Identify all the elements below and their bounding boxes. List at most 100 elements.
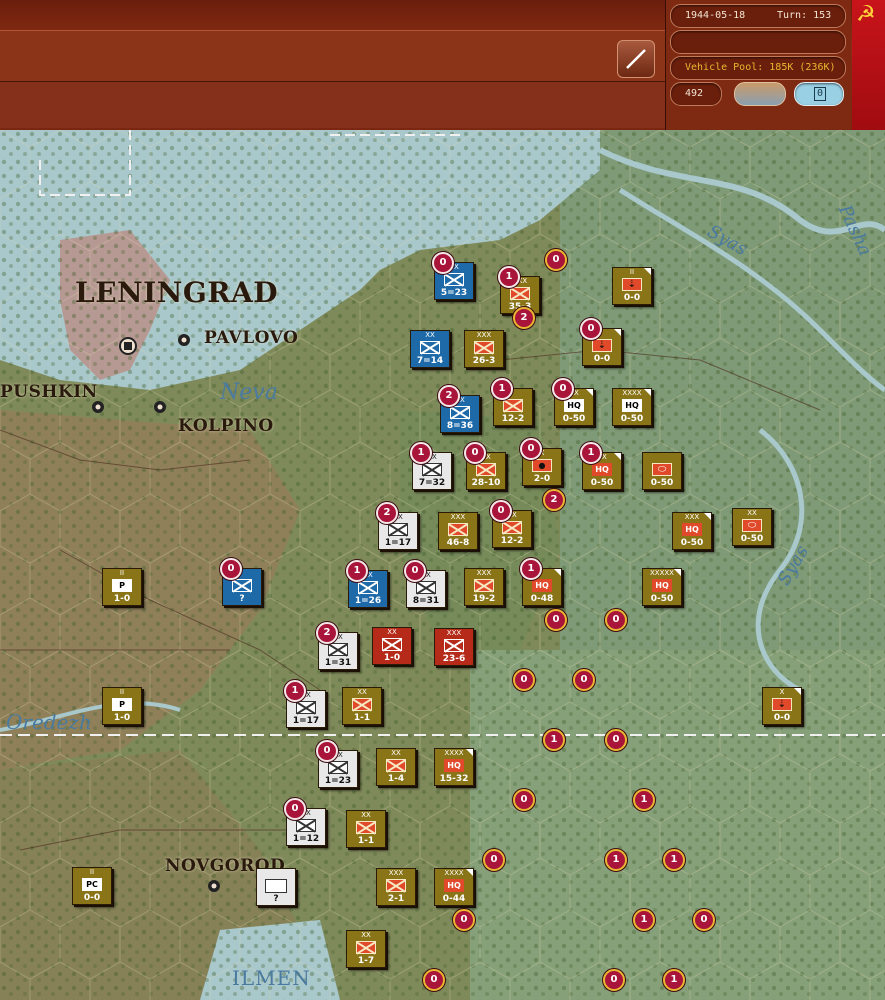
infantry-icon bbox=[474, 579, 494, 592]
unit-size: XX bbox=[747, 509, 757, 517]
unit-strength: 7=32 bbox=[418, 478, 446, 488]
hq-icon: HQ bbox=[622, 399, 642, 412]
unit-counter-u40[interactable]: II PC 0-0 bbox=[72, 867, 112, 905]
unit-strength: 0-50 bbox=[620, 414, 644, 424]
city-pushkin: PUSHKIN bbox=[0, 382, 98, 402]
unit-counter-u21[interactable]: II P 1-0 bbox=[102, 568, 142, 606]
unit-strength: 15-32 bbox=[439, 774, 469, 784]
unit-counter-u41[interactable]: ? bbox=[256, 868, 296, 906]
unit-counter-u30[interactable]: XXX 23-6 bbox=[434, 628, 474, 666]
hex-marker[interactable]: 2 bbox=[513, 307, 535, 329]
unit-strength: 1=17 bbox=[292, 716, 320, 726]
unit-counter-u36[interactable]: XX 1-4 bbox=[376, 748, 416, 786]
unit-strength: 19-2 bbox=[472, 594, 496, 604]
unit-strength: 23-6 bbox=[442, 654, 466, 664]
infantry-icon bbox=[328, 643, 348, 656]
hex-marker[interactable]: 0 bbox=[453, 909, 475, 931]
points-text: 492 bbox=[685, 88, 704, 99]
unit-moves-badge: 1 bbox=[498, 266, 520, 288]
unit-counter-u25[interactable]: XXX 19-2 bbox=[464, 568, 504, 606]
unit-strength: 2-1 bbox=[387, 894, 405, 904]
unit-strength: 0-0 bbox=[83, 893, 101, 903]
unit-counter-u19[interactable]: XXX HQ 0-50 bbox=[672, 508, 717, 550]
city-pavlovo: PAVLOVO bbox=[204, 328, 299, 348]
unit-strength: 0-50 bbox=[562, 414, 586, 424]
infantry-icon bbox=[510, 287, 530, 300]
unit-strength: 1=26 bbox=[354, 596, 382, 606]
partisan-icon: P bbox=[112, 698, 132, 711]
terrain-view-button[interactable] bbox=[734, 82, 786, 106]
infantry-icon bbox=[386, 879, 406, 892]
unit-moves-badge: 0 bbox=[552, 378, 574, 400]
hex-marker[interactable]: 0 bbox=[573, 669, 595, 691]
hex-marker[interactable]: 1 bbox=[633, 909, 655, 931]
message-strip bbox=[0, 30, 665, 82]
unit-strength: 1-0 bbox=[383, 653, 401, 663]
infantry-icon bbox=[352, 698, 372, 711]
unit-strength: 1=12 bbox=[292, 834, 320, 844]
unit-moves-badge: 0 bbox=[490, 500, 512, 522]
hex-marker[interactable]: 0 bbox=[605, 609, 627, 631]
hex-marker[interactable]: 1 bbox=[605, 849, 627, 871]
unit-counter-u34[interactable]: X ⇣ 0-0 bbox=[762, 687, 802, 725]
hex-marker[interactable]: 0 bbox=[423, 969, 445, 991]
unit-size: XXX bbox=[476, 569, 492, 577]
hex-marker[interactable]: 2 bbox=[543, 489, 565, 511]
hex-marker[interactable]: 1 bbox=[633, 789, 655, 811]
hammer-sickle-icon: ☭ bbox=[856, 2, 876, 27]
pencil-icon bbox=[626, 49, 646, 69]
unit-counter-u44[interactable]: XX 1-7 bbox=[346, 926, 391, 968]
counter-pill[interactable]: 0 bbox=[794, 82, 844, 106]
unit-size: XXX bbox=[446, 629, 462, 637]
hex-marker[interactable]: 1 bbox=[663, 969, 685, 991]
unit-strength: 26-3 bbox=[472, 356, 496, 366]
hex-marker[interactable]: 0 bbox=[603, 969, 625, 991]
hex-marker[interactable]: 0 bbox=[513, 789, 535, 811]
pencil-button[interactable] bbox=[617, 40, 655, 78]
unit-counter-u17[interactable]: XXX 46-8 bbox=[438, 508, 483, 550]
unit-counter-u27[interactable]: XXXXX HQ 0-50 bbox=[642, 568, 682, 606]
supply-tag bbox=[794, 688, 801, 695]
unit-counter-u39[interactable]: XX 1-1 bbox=[346, 810, 386, 848]
hex-marker[interactable]: 1 bbox=[663, 849, 685, 871]
date-text: 1944-05-18 bbox=[685, 10, 746, 21]
unit-counter-u37[interactable]: XXXX HQ 15-32 bbox=[434, 748, 474, 786]
unit-counter-u10[interactable]: XXXX HQ 0-50 bbox=[612, 388, 652, 426]
unit-strength: 1=17 bbox=[384, 538, 412, 548]
unit-moves-badge: 1 bbox=[410, 442, 432, 464]
unit-counter-u20[interactable]: XX ⬭ 0-50 bbox=[732, 508, 772, 546]
unit-counter-u33[interactable]: XX 1-1 bbox=[342, 687, 382, 725]
unit-counter-u5[interactable]: XXX 26-3 bbox=[464, 326, 509, 368]
supply-tag bbox=[614, 329, 621, 336]
hex-marker[interactable]: 0 bbox=[693, 909, 715, 931]
hq-icon: HQ bbox=[592, 463, 612, 476]
unit-strength: 1-1 bbox=[353, 713, 371, 723]
unit-moves-badge: 2 bbox=[438, 385, 460, 407]
unit-size: XX bbox=[391, 749, 401, 757]
hex-marker[interactable]: 0 bbox=[605, 729, 627, 751]
hex-marker[interactable]: 1 bbox=[543, 729, 565, 751]
unit-counter-u3[interactable]: II ⇣ 0-0 bbox=[612, 267, 652, 305]
unit-counter-u43[interactable]: XXXX HQ 0-44 bbox=[434, 868, 474, 906]
artillery-icon: ● bbox=[532, 459, 552, 472]
unit-size: XX bbox=[425, 331, 435, 339]
supply-tag bbox=[554, 569, 561, 576]
unit-counter-u29[interactable]: XX 1-0 bbox=[372, 627, 412, 665]
unit-counter-u31[interactable]: II P 1-0 bbox=[102, 687, 142, 725]
partisan-icon: P bbox=[112, 579, 132, 592]
infantry-icon bbox=[448, 523, 468, 536]
hex-marker[interactable]: 0 bbox=[545, 249, 567, 271]
hex-marker[interactable]: 0 bbox=[483, 849, 505, 871]
unit-strength: 0-50 bbox=[650, 478, 674, 488]
unit-strength: 46-8 bbox=[446, 538, 470, 548]
unit-moves-badge: 1 bbox=[520, 558, 542, 580]
hex-marker[interactable]: 0 bbox=[513, 669, 535, 691]
hex-marker[interactable]: 0 bbox=[545, 609, 567, 631]
unit-counter-u42[interactable]: XXX 2-1 bbox=[376, 864, 421, 906]
unit-counter-u4[interactable]: XX 7=14 bbox=[410, 326, 455, 368]
unit-counter-u15[interactable]: ⬭ 0-50 bbox=[642, 448, 687, 490]
unit-size: XXX bbox=[388, 869, 404, 877]
infantry-icon bbox=[356, 821, 376, 834]
counter-value: 0 bbox=[814, 87, 826, 101]
hex-map[interactable]: LENINGRAD PAVLOVO PUSHKIN KOLPINO NOVGOR… bbox=[0, 130, 885, 1000]
